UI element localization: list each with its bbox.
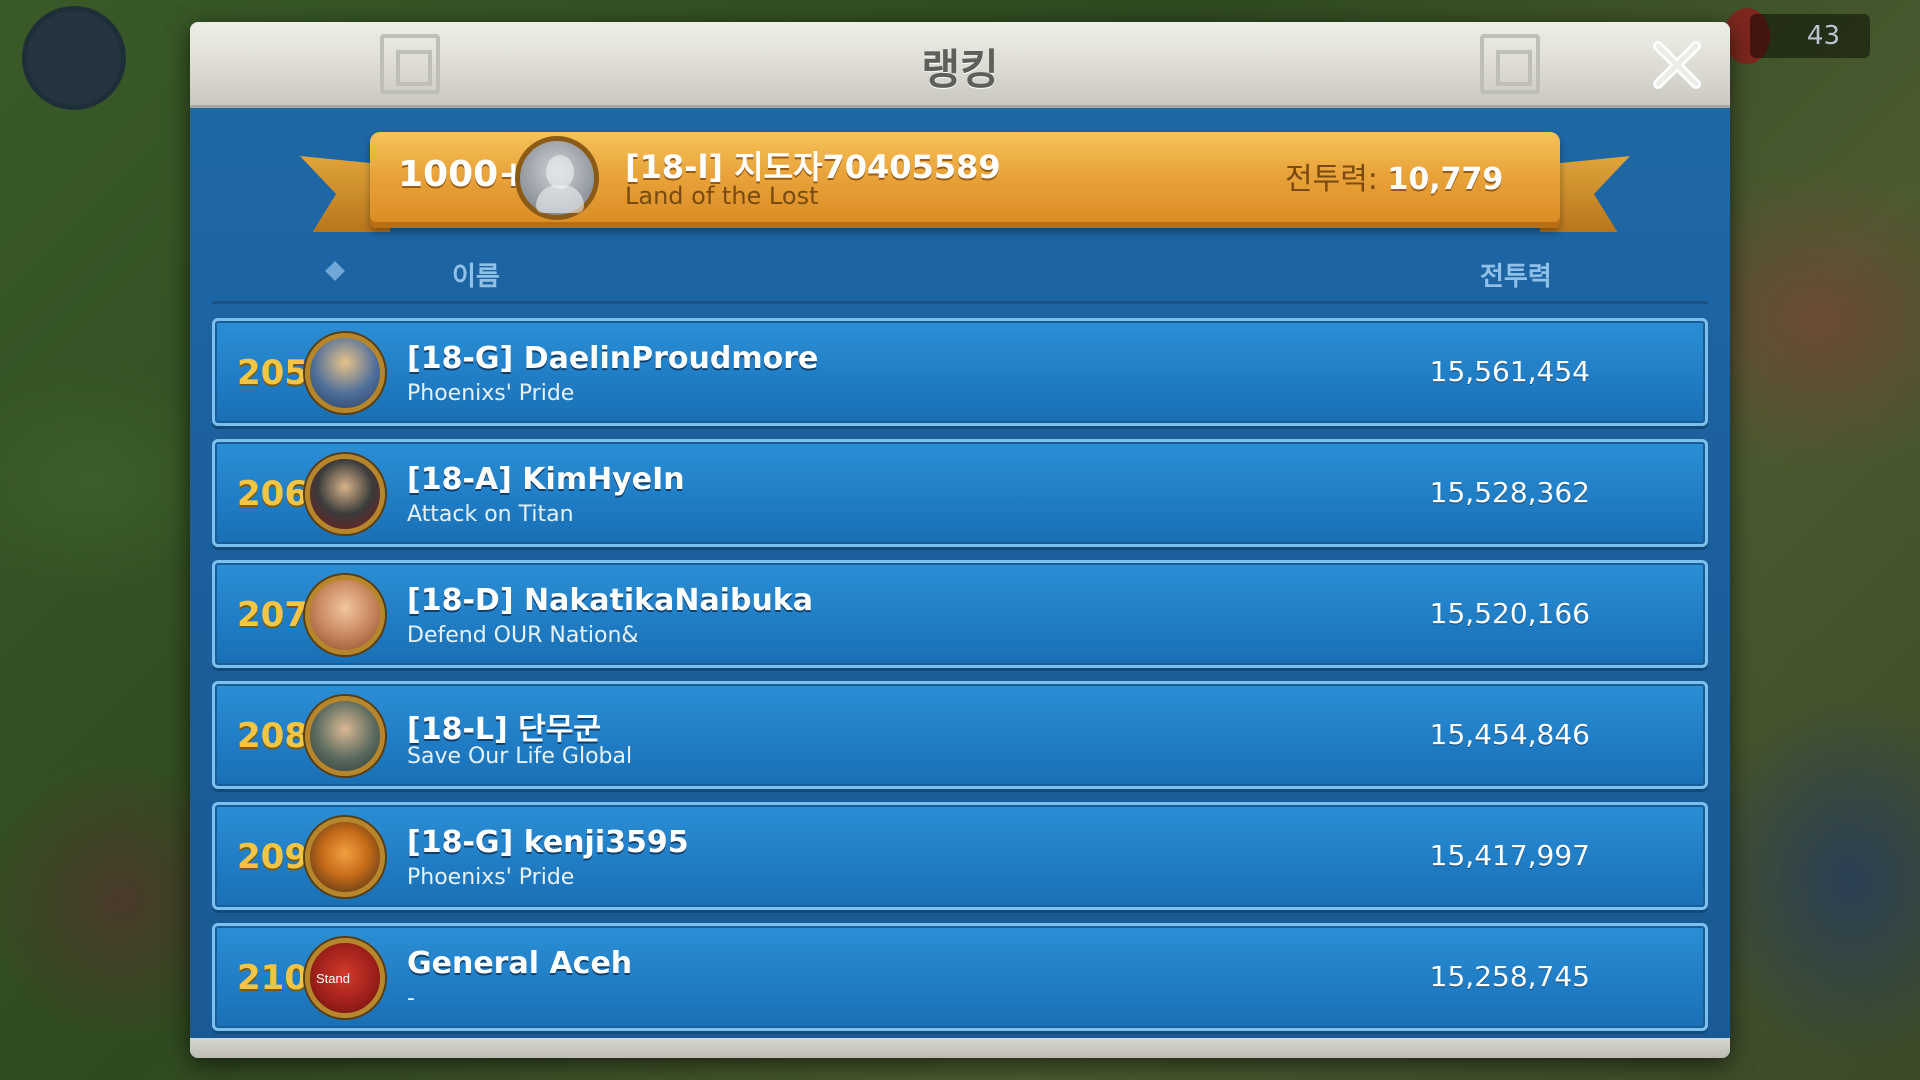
row-alliance: - xyxy=(407,986,415,1011)
row-avatar[interactable] xyxy=(305,817,385,897)
ranking-modal: 랭킹 1000+ [18-l] 지도자70405589 Land of the … xyxy=(190,22,1730,1058)
row-alliance: Attack on Titan xyxy=(407,502,574,527)
row-power: 15,417,997 xyxy=(1429,839,1590,872)
row-name: [18-L] 단무군 xyxy=(407,712,601,747)
modal-header: 랭킹 xyxy=(190,22,1730,108)
row-rank: 208 xyxy=(237,716,308,756)
row-alliance: Phoenixs' Pride xyxy=(407,381,575,406)
row-rank: 209 xyxy=(237,837,308,877)
row-power: 15,520,166 xyxy=(1429,597,1590,630)
my-power-label: 전투력: xyxy=(1285,162,1378,197)
column-header: 이름 전투력 xyxy=(212,246,1708,304)
resource-counter: 43 xyxy=(1750,14,1870,58)
row-power: 15,528,362 xyxy=(1429,476,1590,509)
close-button[interactable] xyxy=(1648,36,1706,94)
my-rank: 1000+ xyxy=(398,154,529,195)
diamond-sort-icon xyxy=(325,261,345,281)
banner-body: 1000+ [18-l] 지도자70405589 Land of the Los… xyxy=(370,132,1560,228)
row-name: [18-G] kenji3595 xyxy=(407,825,689,860)
ranking-row[interactable]: 209 [18-G] kenji3595 Phoenixs' Pride 15,… xyxy=(212,802,1708,910)
row-avatar[interactable] xyxy=(305,333,385,413)
row-power: 15,561,454 xyxy=(1429,355,1590,388)
my-alliance: Land of the Lost xyxy=(625,182,819,210)
row-alliance: Phoenixs' Pride xyxy=(407,865,575,890)
close-icon xyxy=(1653,41,1701,89)
avatar-silhouette-head xyxy=(546,155,574,189)
ranking-row[interactable]: 208 [18-L] 단무군 Save Our Life Global 15,4… xyxy=(212,681,1708,789)
modal-title: 랭킹 xyxy=(921,45,999,94)
profile-ring xyxy=(22,6,126,110)
avatar-badge-text: Stand xyxy=(316,971,350,986)
column-power: 전투력 xyxy=(1480,262,1552,292)
row-alliance: Defend OUR Nation& xyxy=(407,623,639,648)
row-avatar[interactable] xyxy=(305,454,385,534)
row-power: 15,258,745 xyxy=(1429,960,1590,993)
row-rank: 205 xyxy=(237,353,308,393)
my-avatar[interactable] xyxy=(515,136,599,220)
ranking-row[interactable]: 205 [18-G] DaelinProudmore Phoenixs' Pri… xyxy=(212,318,1708,426)
ranking-row[interactable]: 207 [18-D] NakatikaNaibuka Defend OUR Na… xyxy=(212,560,1708,668)
avatar-silhouette-body xyxy=(536,185,584,213)
row-rank: 206 xyxy=(237,474,308,514)
row-name: [18-D] NakatikaNaibuka xyxy=(407,583,813,618)
row-rank: 210 xyxy=(237,958,308,998)
modal-footer xyxy=(190,1038,1730,1058)
column-name: 이름 xyxy=(452,262,500,292)
row-rank: 207 xyxy=(237,595,308,635)
row-name: [18-G] DaelinProudmore xyxy=(407,341,819,376)
ranking-row[interactable]: 206 [18-A] KimHyeIn Attack on Titan 15,5… xyxy=(212,439,1708,547)
my-power: 전투력: 10,779 xyxy=(1285,154,1503,198)
row-name: General Aceh xyxy=(407,946,633,981)
ranking-list: 205 [18-G] DaelinProudmore Phoenixs' Pri… xyxy=(212,318,1708,1058)
row-avatar[interactable] xyxy=(305,575,385,655)
ranking-row[interactable]: 210 Stand General Aceh - 15,258,745 xyxy=(212,923,1708,1031)
row-avatar[interactable] xyxy=(305,696,385,776)
row-power: 15,454,846 xyxy=(1429,718,1590,751)
row-name: [18-A] KimHyeIn xyxy=(407,462,685,497)
my-rank-banner: 1000+ [18-l] 지도자70405589 Land of the Los… xyxy=(300,132,1630,252)
my-power-value: 10,779 xyxy=(1387,162,1504,197)
row-alliance: Save Our Life Global xyxy=(407,744,633,769)
row-avatar[interactable]: Stand xyxy=(305,938,385,1018)
